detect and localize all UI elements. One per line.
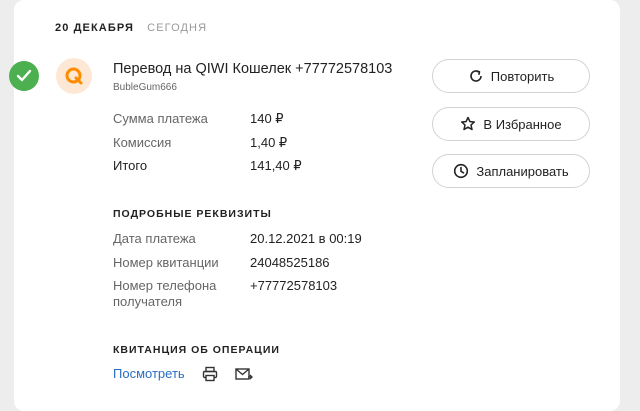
recipient-phone-label-line2: получателя (113, 294, 183, 309)
fee-label: Комиссия (113, 135, 172, 150)
sum-label: Сумма платежа (113, 111, 208, 126)
add-to-favorites-button[interactable]: В Избранное (432, 107, 590, 141)
repeat-button[interactable]: Повторить (432, 59, 590, 93)
total-label: Итого (113, 158, 148, 173)
schedule-label: Запланировать (476, 163, 569, 179)
payment-date-label: Дата платежа (113, 231, 196, 246)
payment-subtitle: BubleGum666 (113, 82, 177, 93)
print-icon[interactable] (202, 366, 220, 382)
qiwi-logo-icon (56, 58, 92, 94)
repeat-label: Повторить (490, 68, 555, 84)
schedule-button[interactable]: Запланировать (432, 154, 590, 188)
receipt-number-value: 24048525186 (250, 255, 330, 270)
date-label: 20 декабря (55, 22, 134, 34)
payment-title: Перевод на QIWI Кошелек +77772578103 (113, 61, 393, 77)
recipient-phone-value: +77772578103 (250, 278, 338, 293)
payment-date-value: 20.12.2021 в 00:19 (250, 231, 362, 246)
details-heading: Подробные реквизиты (113, 208, 272, 220)
recipient-phone-label: Номер телефона получателя (113, 278, 216, 310)
receipt-heading: Квитанция об операции (113, 344, 280, 356)
repeat-icon (468, 68, 484, 84)
fee-value: 1,40 ₽ (250, 135, 288, 150)
recipient-phone-label-line1: Номер телефона (113, 278, 217, 293)
favorites-label: В Избранное (483, 116, 562, 132)
today-label: Сегодня (147, 22, 208, 34)
star-icon (460, 116, 476, 132)
email-icon[interactable] (235, 366, 253, 382)
receipt-number-label: Номер квитанции (113, 255, 219, 270)
date-header: 20 декабря Сегодня (55, 22, 207, 34)
sum-value: 140 ₽ (250, 111, 284, 126)
success-check-icon (9, 61, 39, 91)
total-value: 141,40 ₽ (250, 158, 302, 173)
view-receipt-link[interactable]: Посмотреть (113, 366, 185, 381)
clock-icon (453, 163, 469, 179)
